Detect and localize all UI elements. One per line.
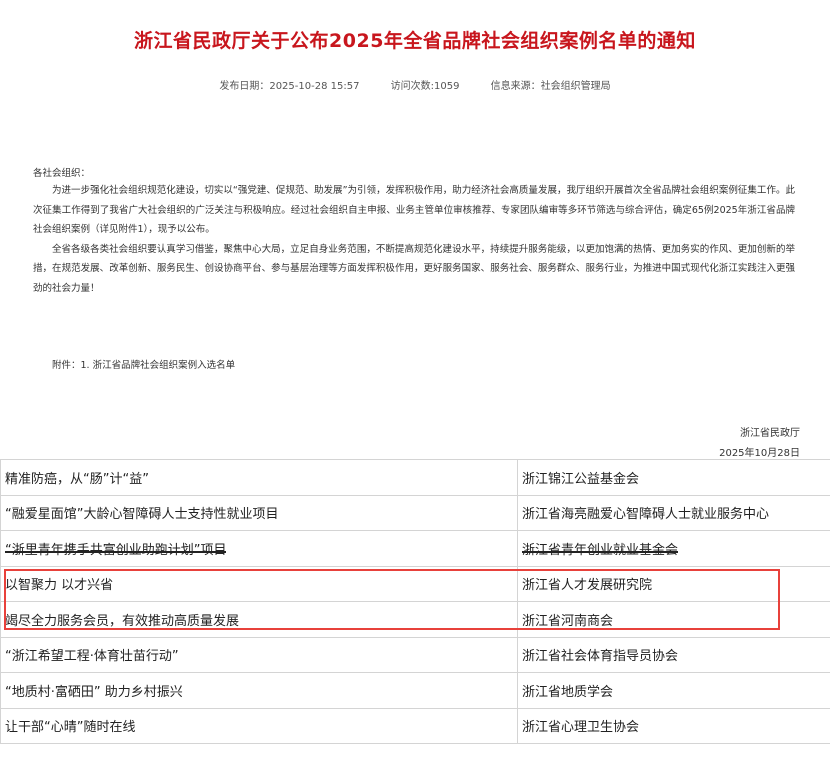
signature-block: 浙江省民政厅 2025年10月28日	[719, 424, 800, 464]
highlight-box	[4, 569, 780, 630]
table-row: 让干部“心晴”随时在线 浙江省心理卫生协会	[0, 707, 830, 744]
table-row: “浙里青年携手共富创业助跑计划”项目 浙江省青年创业就业基金会	[0, 530, 830, 567]
table-row: “地质村·富硒田” 助力乡村振兴 浙江省地质学会	[0, 672, 830, 709]
paragraph: 全省各级各类社会组织要认真学习借鉴，聚焦中心大局，立足自身业务范围，不断提高规范…	[33, 243, 795, 294]
org-name-cell: 浙江省地质学会	[517, 672, 830, 709]
article-meta: 发布日期：2025-10-28 15:57 访问次数:1059 信息来源：社会组…	[0, 77, 830, 92]
table-row: “融爱星面馆”大龄心智障碍人士支持性就业项目 浙江省海亮融爱心智障碍人士就业服务…	[0, 494, 830, 531]
attachment-link[interactable]: 附件：1. 浙江省品牌社会组织案例入选名单	[52, 357, 235, 371]
salutation: 各社会组织：	[33, 168, 91, 179]
case-name-cell: “浙江希望工程·体育壮苗行动”	[0, 636, 518, 673]
signature-org: 浙江省民政厅	[740, 428, 800, 439]
case-name-cell: 精准防癌，从“肠”计“益”	[0, 459, 518, 496]
org-name-cell: 浙江省心理卫生协会	[517, 707, 830, 744]
table-row: 精准防癌，从“肠”计“益” 浙江锦江公益基金会	[0, 459, 830, 496]
case-name-cell: 让干部“心晴”随时在线	[0, 707, 518, 744]
paragraph: 为进一步强化社会组织规范化建设，切实以“强党建、促规范、助发展”为引领，发挥积极…	[33, 185, 795, 235]
publish-date: 发布日期：2025-10-28 15:57	[219, 81, 360, 92]
case-name-cell: “融爱星面馆”大龄心智障碍人士支持性就业项目	[0, 494, 518, 531]
org-name-cell: 浙江省海亮融爱心智障碍人士就业服务中心	[517, 494, 830, 531]
notice-body: 为进一步强化社会组织规范化建设，切实以“强党建、促规范、助发展”为引领，发挥积极…	[33, 181, 795, 298]
table-row: “浙江希望工程·体育壮苗行动” 浙江省社会体育指导员协会	[0, 636, 830, 673]
page-title: 浙江省民政厅关于公布2025年全省品牌社会组织案例名单的通知	[134, 30, 696, 52]
case-name-cell: “地质村·富硒田” 助力乡村振兴	[0, 672, 518, 709]
org-name-cell: 浙江锦江公益基金会	[517, 459, 830, 496]
org-name-cell: 浙江省青年创业就业基金会	[517, 530, 830, 567]
visit-count: 访问次数:1059	[390, 81, 460, 92]
org-name-cell: 浙江省社会体育指导员协会	[517, 636, 830, 673]
info-source: 信息来源：社会组织管理局	[490, 81, 611, 92]
case-name-cell: “浙里青年携手共富创业助跑计划”项目	[0, 530, 518, 567]
